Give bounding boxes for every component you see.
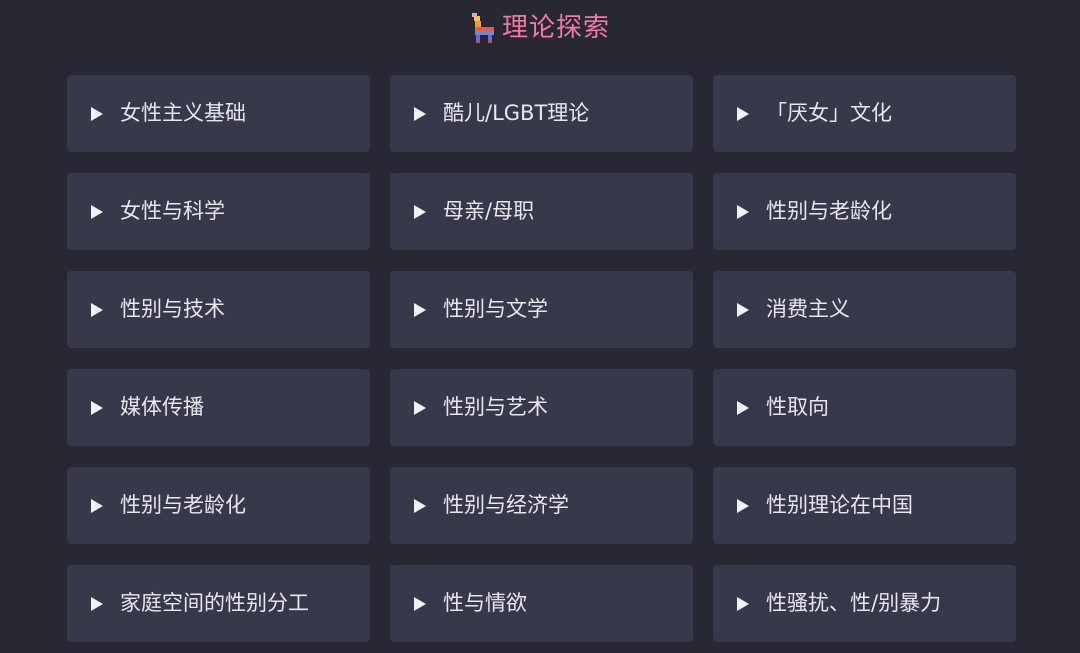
page-title: 理论探索 (501, 13, 610, 43)
play-triangle-icon (91, 106, 103, 121)
topic-label: 家庭空间的性别分工 (120, 591, 309, 615)
topic-card[interactable]: 性别与文学 (390, 271, 693, 348)
topic-label: 性与情欲 (443, 591, 527, 615)
topic-card[interactable]: 性别与经济学 (390, 467, 693, 544)
topic-label: 媒体传播 (120, 395, 204, 419)
play-triangle-icon (737, 302, 749, 317)
play-triangle-icon (91, 302, 103, 317)
topic-label: 性别理论在中国 (766, 493, 913, 517)
topic-card[interactable]: 女性主义基础 (67, 75, 370, 152)
topic-label: 性别与技术 (120, 297, 225, 321)
topic-label: 酷儿/LGBT理论 (443, 101, 590, 125)
topic-card[interactable]: 母亲/母职 (390, 173, 693, 250)
topic-label: 性别与经济学 (443, 493, 569, 517)
topic-label: 性取向 (766, 395, 829, 419)
page: 理论探索 女性主义基础 酷儿/LGBT理论 「厌女」文化 女性与科学 母亲/母职 性别与… (0, 0, 1080, 653)
topic-card[interactable]: 消费主义 (713, 271, 1016, 348)
topic-label: 女性与科学 (120, 199, 225, 223)
play-triangle-icon (414, 400, 426, 415)
topic-card[interactable]: 酷儿/LGBT理论 (390, 75, 693, 152)
play-triangle-icon (91, 400, 103, 415)
topic-card[interactable]: 性别与艺术 (390, 369, 693, 446)
topic-label: 「厌女」文化 (766, 101, 892, 125)
play-triangle-icon (737, 596, 749, 611)
topic-label: 性别与艺术 (443, 395, 548, 419)
topic-card[interactable]: 性与情欲 (390, 565, 693, 642)
topic-label: 性别与老龄化 (766, 199, 892, 223)
section-header: 理论探索 (0, 8, 1080, 48)
play-triangle-icon (414, 106, 426, 121)
topic-card[interactable]: 媒体传播 (67, 369, 370, 446)
topic-label: 性骚扰、性/别暴力 (766, 591, 942, 615)
topic-card[interactable]: 性别与技术 (67, 271, 370, 348)
play-triangle-icon (737, 106, 749, 121)
topic-card[interactable]: 「厌女」文化 (713, 75, 1016, 152)
topic-card[interactable]: 性取向 (713, 369, 1016, 446)
pinata-icon (470, 13, 496, 43)
topic-card[interactable]: 家庭空间的性别分工 (67, 565, 370, 642)
play-triangle-icon (414, 596, 426, 611)
play-triangle-icon (737, 400, 749, 415)
topic-label: 女性主义基础 (120, 101, 246, 125)
topic-card[interactable]: 性别理论在中国 (713, 467, 1016, 544)
play-triangle-icon (91, 204, 103, 219)
topic-card[interactable]: 女性与科学 (67, 173, 370, 250)
topic-label: 消费主义 (766, 297, 850, 321)
play-triangle-icon (737, 204, 749, 219)
topic-label: 母亲/母职 (443, 199, 535, 223)
play-triangle-icon (414, 204, 426, 219)
topic-label: 性别与文学 (443, 297, 548, 321)
topic-label: 性别与老龄化 (120, 493, 246, 517)
play-triangle-icon (737, 498, 749, 513)
play-triangle-icon (91, 498, 103, 513)
play-triangle-icon (414, 302, 426, 317)
topic-card[interactable]: 性别与老龄化 (67, 467, 370, 544)
topic-card[interactable]: 性骚扰、性/别暴力 (713, 565, 1016, 642)
play-triangle-icon (91, 596, 103, 611)
play-triangle-icon (414, 498, 426, 513)
topic-grid: 女性主义基础 酷儿/LGBT理论 「厌女」文化 女性与科学 母亲/母职 性别与老龄化 性别… (67, 75, 1016, 642)
topic-card[interactable]: 性别与老龄化 (713, 173, 1016, 250)
